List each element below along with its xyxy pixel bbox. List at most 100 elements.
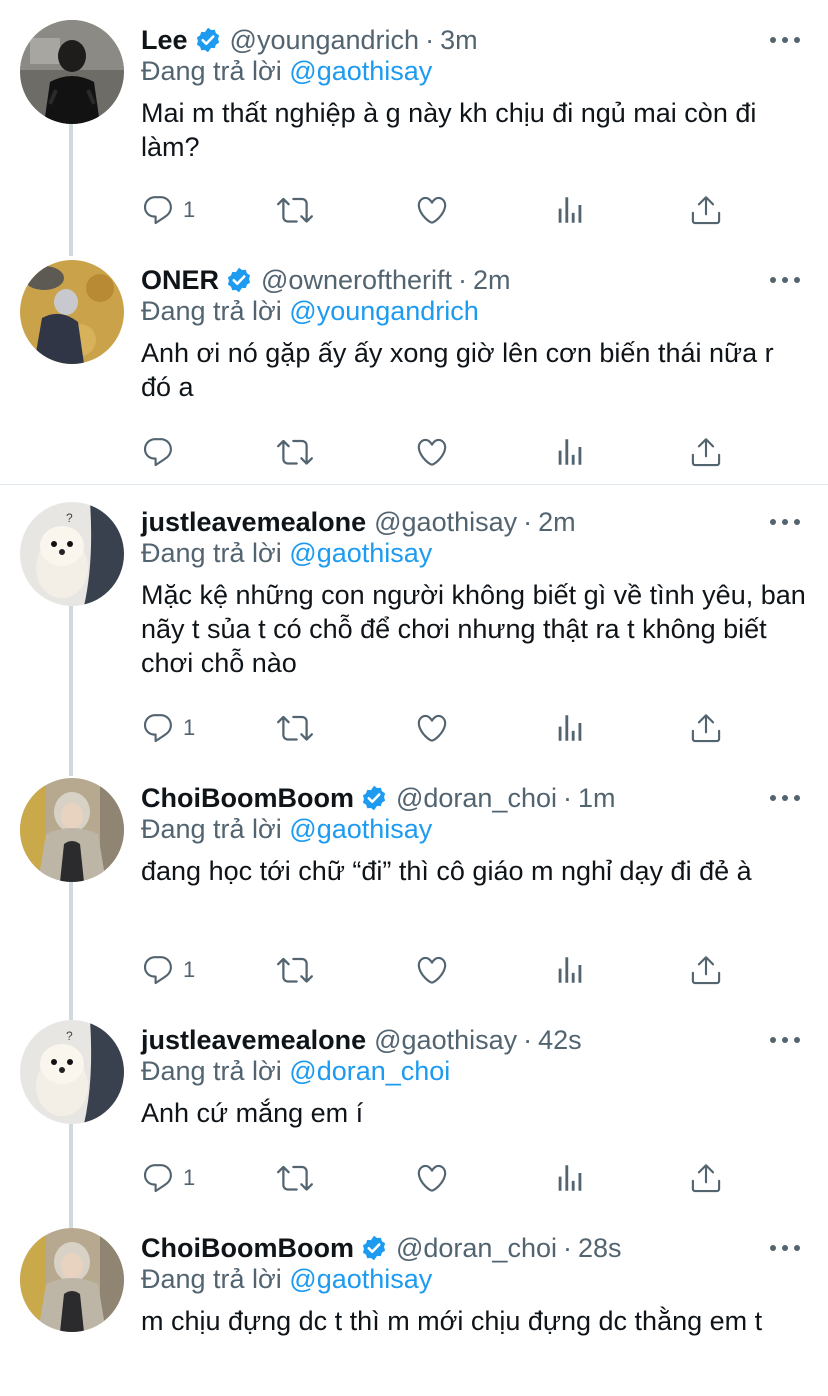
thread-divider — [0, 484, 828, 485]
timestamp[interactable]: 28s — [578, 1233, 622, 1264]
share-button[interactable] — [689, 950, 723, 990]
replying-to: Đang trả lời @gaothisay — [141, 1264, 432, 1295]
author-name[interactable]: ChoiBoomBoom — [141, 1233, 354, 1264]
like-button[interactable] — [415, 708, 449, 748]
action-bar: 1 — [141, 708, 741, 748]
share-button[interactable] — [689, 432, 723, 472]
separator-dot: · — [425, 24, 435, 55]
share-button[interactable] — [689, 1158, 723, 1198]
like-icon — [415, 711, 449, 745]
author-handle[interactable]: @doran_choi — [396, 783, 557, 814]
timestamp[interactable]: 3m — [440, 25, 478, 56]
views-button[interactable] — [553, 950, 587, 990]
like-button[interactable] — [415, 1158, 449, 1198]
mention-link[interactable]: @doran_choi — [289, 1056, 450, 1086]
retweet-icon — [277, 434, 313, 470]
avatar[interactable] — [20, 260, 124, 364]
svg-text:?: ? — [66, 511, 73, 525]
views-icon — [553, 711, 587, 745]
separator-dot: · — [458, 264, 468, 295]
retweet-button[interactable] — [277, 1158, 313, 1198]
author-name[interactable]: justleavemealone — [141, 1025, 366, 1056]
like-button[interactable] — [415, 432, 449, 472]
reply-icon — [141, 1161, 175, 1195]
reply-button[interactable]: 1 — [141, 1158, 195, 1198]
tweet-text: Mặc kệ những con người không biết gì về … — [141, 580, 806, 678]
mention-link[interactable]: @gaothisay — [289, 56, 432, 86]
replying-to: Đang trả lời @youngandrich — [141, 296, 479, 327]
timestamp[interactable]: 42s — [538, 1025, 582, 1056]
author-handle[interactable]: @gaothisay — [374, 507, 517, 538]
replying-to: Đang trả lời @doran_choi — [141, 1056, 450, 1087]
avatar[interactable] — [20, 20, 124, 124]
reply-icon — [141, 193, 175, 227]
share-icon — [689, 953, 723, 987]
avatar[interactable]: ? — [20, 1020, 124, 1124]
replying-to: Đang trả lời @gaothisay — [141, 56, 432, 87]
timestamp[interactable]: 2m — [473, 265, 511, 296]
views-button[interactable] — [553, 432, 587, 472]
more-options-icon[interactable] — [770, 28, 800, 52]
share-button[interactable] — [689, 708, 723, 748]
replying-label: Đang trả lời — [141, 1264, 282, 1294]
separator-dot: · — [562, 782, 572, 813]
mention-link[interactable]: @gaothisay — [289, 814, 432, 844]
tweet-text: m chịu đựng dc t thì m mới chịu đựng dc … — [141, 1306, 763, 1336]
tweet-header: justleavemealone @gaothisay · 2m — [141, 502, 576, 542]
views-icon — [553, 953, 587, 987]
more-options-icon[interactable] — [770, 1236, 800, 1260]
mention-link[interactable]: @youngandrich — [289, 296, 479, 326]
like-button[interactable] — [415, 190, 449, 230]
views-button[interactable] — [553, 1158, 587, 1198]
separator-dot: · — [523, 506, 533, 537]
more-options-icon[interactable] — [770, 268, 800, 292]
action-bar: 1 — [141, 1158, 741, 1198]
more-options-icon[interactable] — [770, 510, 800, 534]
tweet-header: ChoiBoomBoom @doran_choi · 28s — [141, 1228, 622, 1268]
reply-icon — [141, 711, 175, 745]
more-options-icon[interactable] — [770, 786, 800, 810]
views-icon — [553, 435, 587, 469]
share-icon — [689, 435, 723, 469]
avatar[interactable] — [20, 1228, 124, 1332]
share-button[interactable] — [689, 190, 723, 230]
avatar[interactable]: ? — [20, 502, 124, 606]
author-name[interactable]: justleavemealone — [141, 507, 366, 538]
author-name[interactable]: Lee — [141, 25, 188, 56]
timestamp[interactable]: 1m — [578, 783, 616, 814]
reply-button[interactable]: 1 — [141, 950, 195, 990]
retweet-button[interactable] — [277, 432, 313, 472]
reply-count: 1 — [183, 957, 196, 982]
reply-button[interactable]: 1 — [141, 708, 195, 748]
views-button[interactable] — [553, 708, 587, 748]
separator-dot: · — [562, 1232, 572, 1263]
retweet-button[interactable] — [277, 190, 313, 230]
replying-label: Đang trả lời — [141, 56, 282, 86]
views-button[interactable] — [553, 190, 587, 230]
replying-label: Đang trả lời — [141, 1056, 282, 1086]
tweet-header: justleavemealone @gaothisay · 42s — [141, 1020, 582, 1060]
avatar[interactable] — [20, 778, 124, 882]
retweet-button[interactable] — [277, 950, 313, 990]
action-bar — [141, 432, 741, 472]
author-name[interactable]: ChoiBoomBoom — [141, 783, 354, 814]
author-handle[interactable]: @doran_choi — [396, 1233, 557, 1264]
retweet-icon — [277, 952, 313, 988]
retweet-icon — [277, 192, 313, 228]
author-handle[interactable]: @owneroftherift — [261, 265, 452, 296]
reply-button[interactable]: 1 — [141, 190, 195, 230]
mention-link[interactable]: @gaothisay — [289, 538, 432, 568]
reply-button[interactable] — [141, 432, 183, 472]
timestamp[interactable]: 2m — [538, 507, 576, 538]
retweet-icon — [277, 710, 313, 746]
author-handle[interactable]: @youngandrich — [230, 25, 420, 56]
more-options-icon[interactable] — [770, 1028, 800, 1052]
author-name[interactable]: ONER — [141, 265, 219, 296]
verified-badge-icon — [225, 266, 253, 294]
like-button[interactable] — [415, 950, 449, 990]
svg-text:?: ? — [66, 1029, 73, 1043]
author-handle[interactable]: @gaothisay — [374, 1025, 517, 1056]
action-bar: 1 — [141, 190, 741, 230]
mention-link[interactable]: @gaothisay — [289, 1264, 432, 1294]
retweet-button[interactable] — [277, 708, 313, 748]
